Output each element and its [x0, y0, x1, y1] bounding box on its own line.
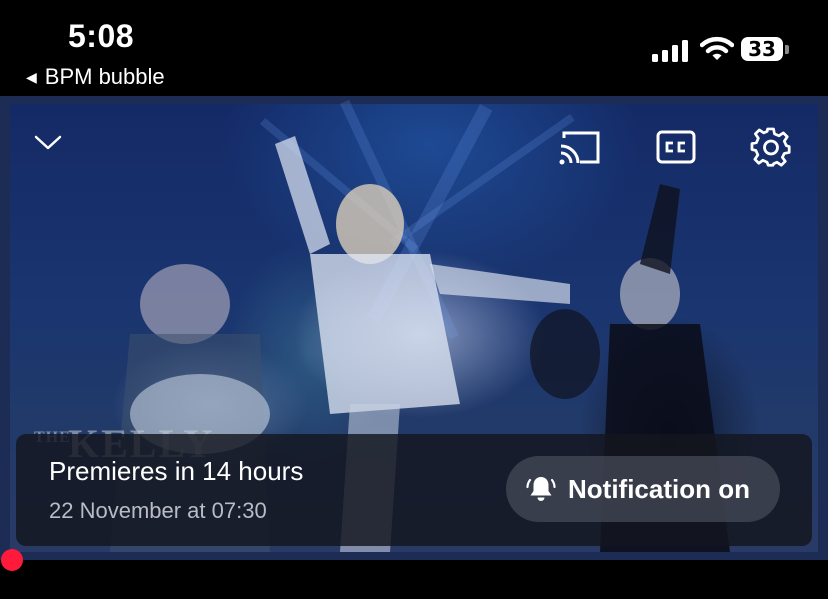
- closed-captions-icon[interactable]: [656, 130, 696, 164]
- cast-icon[interactable]: [558, 130, 602, 166]
- battery-indicator: 33: [741, 37, 789, 63]
- premiere-info-panel: Premieres in 14 hours 22 November at 07:…: [16, 434, 812, 546]
- back-link-label: BPM bubble: [44, 64, 165, 89]
- status-bar: 5:08 ◀ BPM bubble 33: [0, 0, 828, 96]
- premiere-date: 22 November at 07:30: [49, 498, 267, 523]
- clock: 5:08: [68, 18, 135, 54]
- chevron-down-icon[interactable]: [34, 132, 62, 152]
- notification-label: Notification on: [568, 473, 750, 504]
- back-arrow-icon: ◀: [26, 68, 37, 85]
- back-to-app-link[interactable]: ◀ BPM bubble: [26, 64, 165, 90]
- battery-percent: 33: [748, 37, 776, 61]
- cellular-signal-icon: [652, 40, 688, 62]
- notification-toggle-button[interactable]: Notification on: [506, 456, 780, 522]
- gear-icon[interactable]: [750, 126, 792, 168]
- premiere-countdown: Premieres in 14 hours: [49, 456, 304, 486]
- wifi-icon: [700, 36, 734, 60]
- bell-ringing-icon: [526, 477, 556, 501]
- progress-scrubber[interactable]: [1, 549, 23, 571]
- video-player[interactable]: THE KELLY Premieres in 14 hours 22 Novem…: [0, 96, 828, 560]
